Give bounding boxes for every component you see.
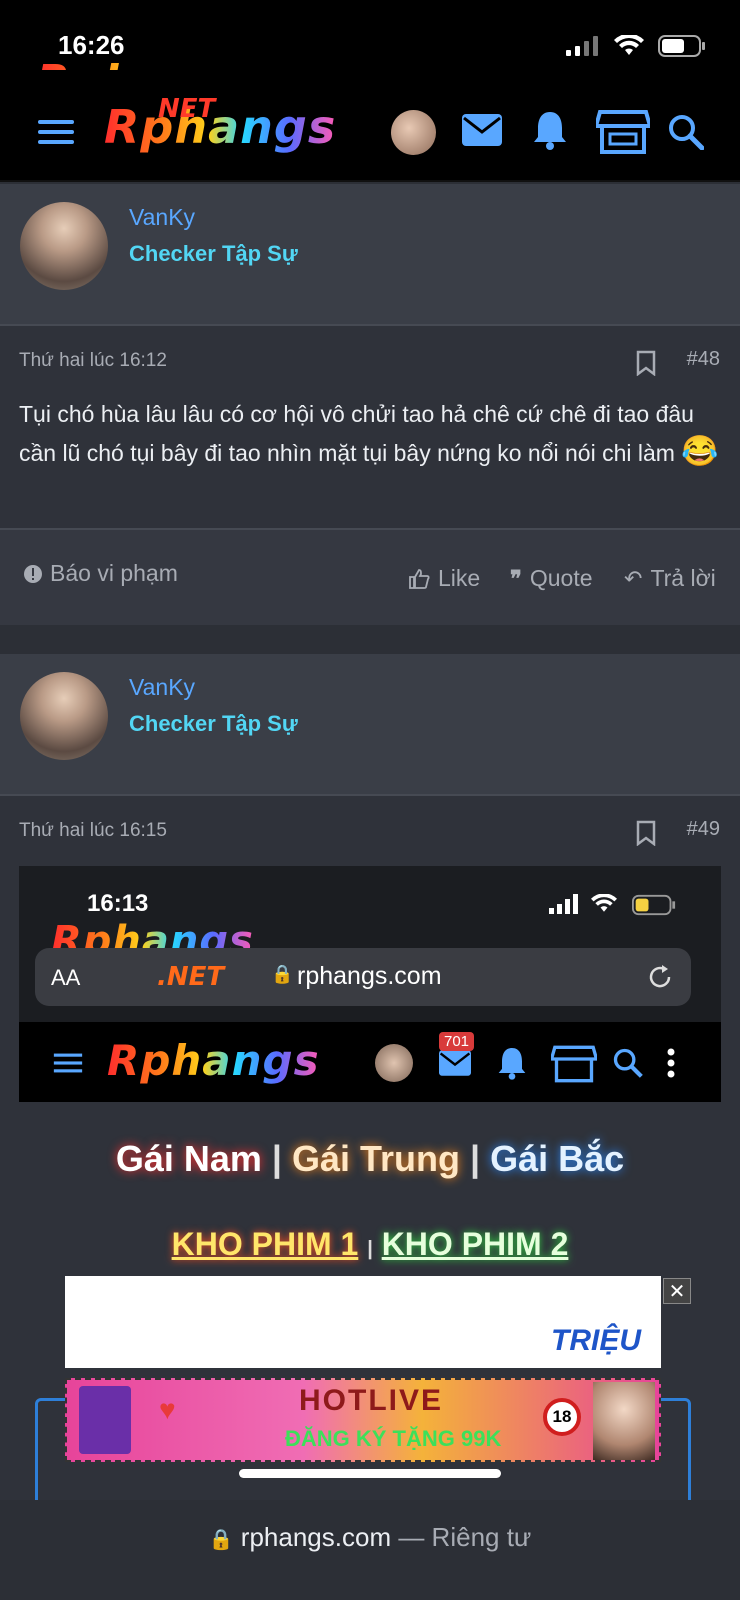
embedded-url: rphangs.com	[297, 962, 442, 990]
home-indicator[interactable]	[239, 1469, 501, 1478]
embedded-signal-icon	[549, 894, 578, 914]
thumbs-up-icon	[409, 568, 430, 589]
bottom-url-domain: rphangs.com	[240, 1522, 392, 1552]
alert-icon	[24, 564, 42, 583]
embedded-text-size: AA	[51, 965, 81, 990]
bookmark-icon[interactable]	[636, 350, 656, 376]
quote-label: Quote	[529, 565, 593, 591]
bell-icon[interactable]	[532, 110, 568, 150]
post-48-actions: Báo vi phạm Like ❞ Quote ↶ Trả lời	[0, 530, 740, 625]
embedded-bell-icon	[498, 1048, 526, 1080]
embedded-avatar	[375, 1044, 413, 1082]
separator: |	[367, 1238, 373, 1260]
ad-close-button[interactable]: ✕	[663, 1278, 691, 1304]
embedded-search-icon	[613, 1048, 643, 1078]
store-icon[interactable]	[596, 108, 650, 156]
post-49-attached-image[interactable]: 16:13 Rphangs AA .NET 🔒 rphangs.com Rpha…	[19, 866, 721, 1506]
ad-banner-top[interactable]: TRIỆU	[65, 1276, 661, 1368]
ad-hotlive-text: HOTLIVE	[299, 1384, 444, 1417]
status-icons	[566, 34, 706, 58]
bookmark-icon[interactable]	[636, 820, 656, 846]
embedded-store-icon	[551, 1045, 597, 1083]
post-49-username[interactable]: VanKy	[129, 674, 195, 701]
ad-subtitle-text: ĐĂNG KÝ TẶNG 99K	[285, 1426, 502, 1451]
app-root: 16:26 Rphangs NET VanKy Checker Tập Sự T…	[0, 0, 740, 1600]
ad-18-badge: 18	[543, 1398, 581, 1436]
laughing-emoji: 😂	[681, 435, 719, 468]
ad-logo-box	[79, 1386, 131, 1454]
menu-icon[interactable]	[38, 118, 74, 146]
mail-icon[interactable]	[462, 114, 502, 146]
link-kho-phim-1: KHO PHIM 1	[171, 1226, 359, 1262]
logo-net: NET	[158, 94, 216, 124]
site-logo[interactable]: Rphangs NET	[104, 94, 336, 154]
like-label: Like	[438, 565, 481, 591]
post-49-number[interactable]: #49	[687, 818, 720, 841]
post-48-header: VanKy Checker Tập Sự	[0, 184, 740, 324]
embedded-mail-icon	[439, 1050, 471, 1076]
post-49-user-title: Checker Tập Sự	[129, 711, 298, 736]
post-49-time[interactable]: Thứ hai lúc 16:15	[19, 820, 167, 842]
embedded-time: 16:13	[87, 890, 149, 917]
site-header: Rphangs NET	[0, 70, 740, 182]
embedded-site-logo: Rphangs	[107, 1036, 320, 1085]
report-button[interactable]: Báo vi phạm	[24, 560, 178, 587]
user-avatar-post-49[interactable]	[20, 672, 108, 760]
post-48-number[interactable]: #48	[687, 348, 720, 371]
embedded-site-header: Rphangs 701	[19, 1022, 721, 1102]
reply-label: Trả lời	[650, 565, 716, 591]
link-gai-nam: Gái Nam	[115, 1138, 262, 1179]
quote-icon: ❞	[510, 565, 522, 591]
ad-banner-hotlive[interactable]: ♥ HOTLIVE ĐĂNG KÝ TẶNG 99K 18	[65, 1378, 661, 1462]
link-gai-trung: Gái Trung	[291, 1138, 460, 1179]
reply-button[interactable]: ↶ Trả lời	[624, 565, 716, 592]
browser-bottom-bar[interactable]: 🔒 rphangs.com — Riêng tư	[0, 1500, 740, 1600]
link-kho-phim-2: KHO PHIM 2	[381, 1226, 569, 1262]
lock-icon: 🔒	[208, 1529, 234, 1551]
quote-button[interactable]: ❞ Quote	[510, 565, 593, 592]
ad-trieu-text: TRIỆU	[551, 1324, 641, 1357]
report-label: Báo vi phạm	[50, 560, 178, 586]
embedded-region-links: Gái Nam | Gái Trung | Gái Bắc	[19, 1138, 721, 1180]
post-48-body: Thứ hai lúc 16:12 #48 Tụi chó hùa lâu lâ…	[0, 326, 740, 528]
like-button[interactable]: Like	[408, 565, 480, 592]
embedded-lock-icon: 🔒	[271, 964, 294, 984]
embedded-logo-net: .NET	[157, 962, 225, 992]
battery-icon	[658, 35, 705, 57]
user-avatar-post-48[interactable]	[20, 202, 108, 290]
user-avatar[interactable]	[391, 110, 436, 155]
bottom-url-suffix: — Riêng tư	[391, 1522, 532, 1552]
post-48-text: Tụi chó hùa lâu lâu có cơ hội vô chửi ta…	[19, 401, 694, 466]
embedded-battery-icon	[632, 894, 676, 916]
search-icon[interactable]	[668, 114, 704, 150]
ad-model-image	[593, 1382, 655, 1460]
embedded-notification-badge: 701	[439, 1032, 475, 1051]
wifi-icon	[614, 35, 644, 55]
embedded-menu-icon	[53, 1053, 83, 1073]
post-49-header: VanKy Checker Tập Sự	[0, 654, 740, 794]
separator: |	[271, 1138, 282, 1179]
reply-icon: ↶	[624, 565, 643, 591]
separator: |	[470, 1138, 481, 1179]
embedded-more-icon	[667, 1048, 675, 1078]
embedded-wifi-icon	[591, 894, 617, 912]
post-48-message: Tụi chó hùa lâu lâu có cơ hội vô chửi ta…	[19, 396, 719, 472]
post-48-time[interactable]: Thứ hai lúc 16:12	[19, 350, 167, 372]
ad-heart-icon: ♥	[159, 1394, 176, 1425]
signal-icon	[566, 36, 598, 56]
post-48-user-title: Checker Tập Sự	[129, 241, 298, 266]
embedded-reload-icon	[649, 965, 671, 988]
bottom-url[interactable]: 🔒 rphangs.com — Riêng tư	[0, 1522, 740, 1553]
embedded-kho-links: KHO PHIM 1 | KHO PHIM 2	[19, 1226, 721, 1263]
link-gai-bac: Gái Bắc	[490, 1138, 625, 1179]
embedded-address-bar: AA .NET 🔒 rphangs.com	[35, 948, 691, 1006]
post-48-username[interactable]: VanKy	[129, 204, 195, 231]
